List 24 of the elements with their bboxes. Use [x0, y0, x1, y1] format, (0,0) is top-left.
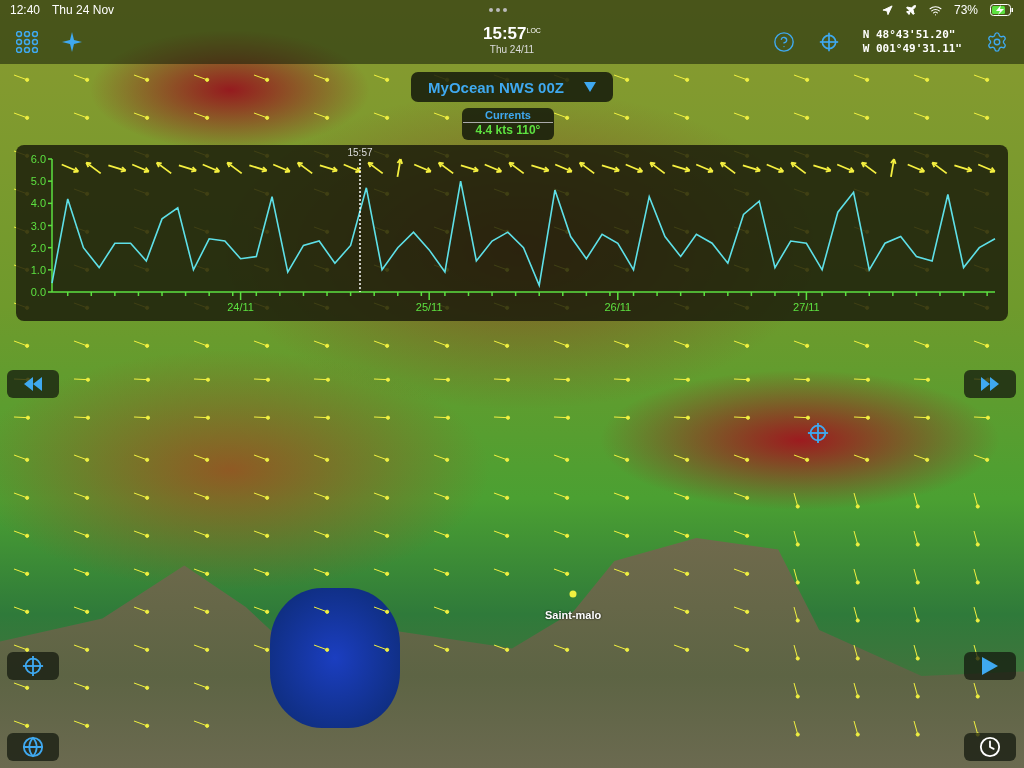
battery-percent: 73% — [954, 3, 978, 17]
x-tick-label: 27/11 — [793, 301, 820, 313]
status-date: Thu 24 Nov — [52, 3, 115, 17]
latitude: N 48°43'51.20" — [862, 28, 957, 42]
y-tick-label: 4.0 — [30, 197, 46, 210]
y-tick-label: 1.0 — [30, 263, 46, 276]
y-tick-label: 5.0 — [30, 175, 46, 188]
y-tick-label: 6.0 — [30, 153, 46, 165]
readout-value: 4.4 kts 110° — [475, 123, 541, 137]
forecast-time: 15:57 — [483, 24, 527, 44]
longitude: W 001°49'31.11" — [862, 42, 962, 56]
model-selector[interactable]: MyOcean NWS 00Z — [411, 72, 613, 102]
forecast-date: Thu 24/11 — [489, 44, 535, 55]
readout-title: Currents — [463, 108, 553, 123]
status-time: 12:40 — [10, 3, 41, 17]
y-tick-label: 3.0 — [30, 219, 46, 232]
y-tick-label: 2.0 — [30, 241, 46, 254]
model-name: MyOcean NWS 00Z — [428, 78, 564, 96]
x-tick-label: 26/11 — [604, 301, 632, 313]
time-cursor-label: 15:57 — [347, 147, 373, 158]
x-tick-label: 24/11 — [227, 301, 254, 313]
x-tick-label: 25/11 — [415, 301, 443, 313]
place-label: Saint-malo — [545, 609, 602, 621]
y-tick-label: 0.0 — [30, 286, 46, 298]
